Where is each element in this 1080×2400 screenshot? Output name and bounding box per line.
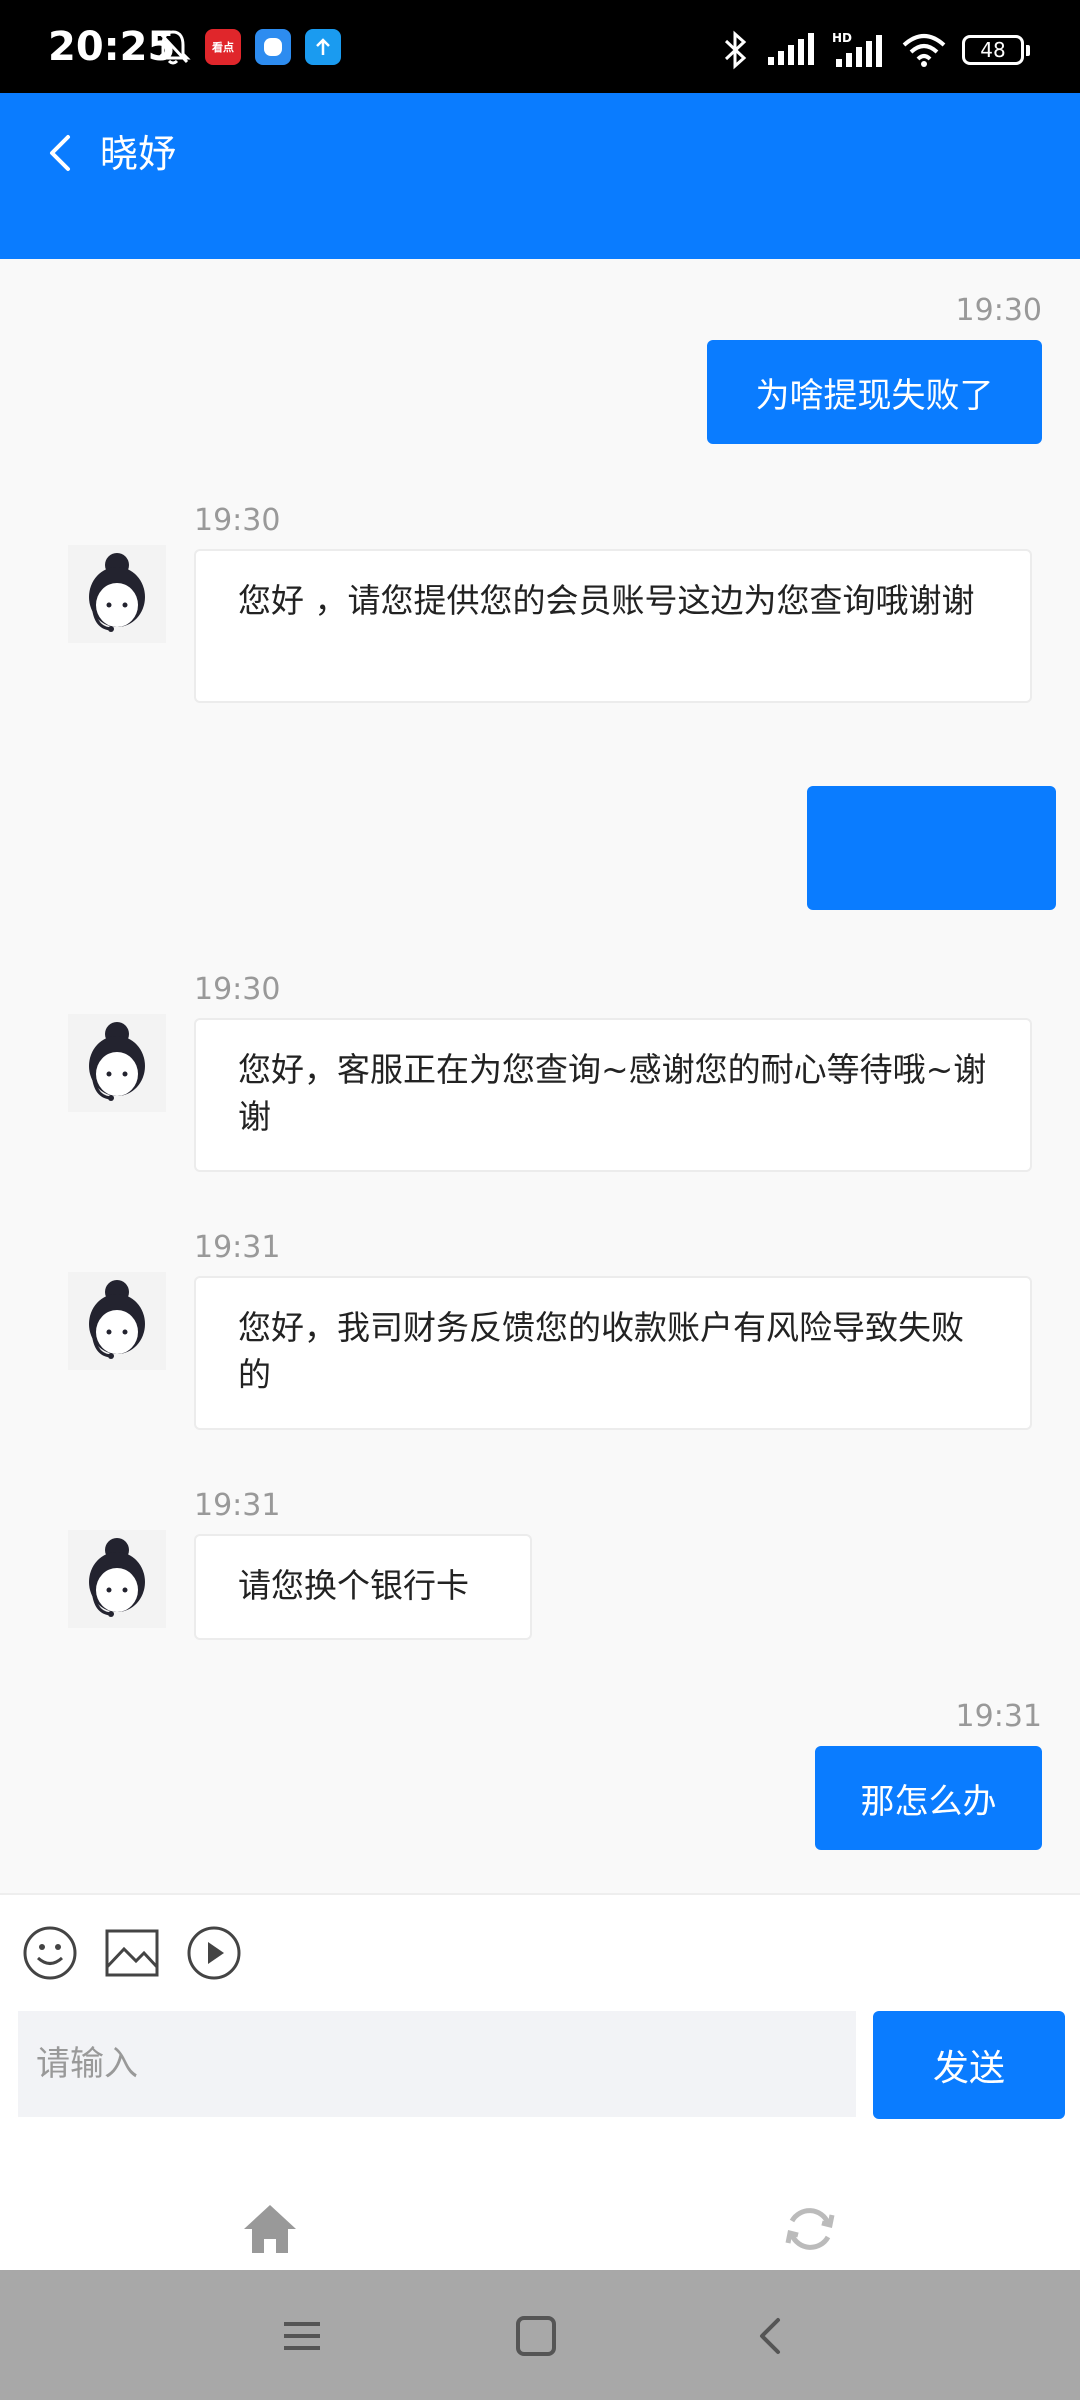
arrow-up-icon (316, 38, 330, 55)
svg-text:HD: HD (832, 31, 852, 45)
chat-header: 晓妤 (0, 93, 1080, 259)
outgoing-message-bubble[interactable]: 那怎么办 (815, 1746, 1042, 1850)
home-square-icon[interactable] (512, 2312, 560, 2360)
bottom-navigation (0, 2153, 1080, 2270)
home-icon[interactable] (240, 2201, 300, 2257)
wifi-icon (902, 34, 946, 67)
status-system-icons: HD 48 (722, 30, 1030, 70)
incoming-message-bubble[interactable]: 您好，我司财务反馈您的收款账户有风险导致失败的 (194, 1276, 1032, 1430)
message-timestamp: 19:30 (955, 293, 1042, 328)
message-input[interactable] (18, 2011, 856, 2117)
status-notification-icons: 看点 (155, 28, 341, 66)
upload-app-icon (305, 29, 341, 65)
chat-app-icon (255, 29, 291, 65)
back-arrow-icon[interactable] (748, 2312, 796, 2360)
signal-hd-icon: HD (832, 31, 882, 67)
signal-icon (768, 33, 814, 65)
smile-icon[interactable] (22, 1925, 78, 1981)
menu-icon[interactable] (278, 2312, 326, 2360)
incoming-message-bubble[interactable]: 请您换个银行卡 (194, 1534, 532, 1640)
back-button[interactable] (36, 123, 84, 183)
system-navigation-bar (0, 2270, 1080, 2400)
news-app-icon: 看点 (205, 29, 241, 65)
message-timestamp: 19:31 (194, 1230, 281, 1265)
image-icon[interactable] (104, 1925, 160, 1981)
outgoing-message-bubble[interactable] (807, 786, 1056, 910)
bluetooth-icon (724, 30, 747, 70)
bubble-icon (264, 38, 282, 56)
page-title: 晓妤 (100, 132, 177, 176)
battery-indicator: 48 (962, 35, 1030, 65)
outgoing-message-bubble[interactable]: 为啥提现失败了 (707, 340, 1042, 444)
send-button[interactable]: 发送 (873, 2011, 1065, 2119)
refresh-icon[interactable] (780, 2201, 840, 2257)
agent-avatar (68, 545, 166, 643)
message-timestamp: 19:31 (194, 1488, 281, 1523)
agent-avatar (68, 1014, 166, 1112)
message-timestamp: 19:31 (955, 1699, 1042, 1734)
incoming-message-bubble[interactable]: 您好 ，请您提供您的会员账号这边为您查询哦谢谢 (194, 549, 1032, 703)
message-timestamp: 19:30 (194, 972, 281, 1007)
chat-message-list[interactable]: 19:30 为啥提现失败了 19:30 您好 ，请您提供您的会员账号这边为您查询… (0, 259, 1080, 1893)
status-bar: 20:25 看点 HD 48 (0, 0, 1080, 93)
play-icon[interactable] (186, 1925, 242, 1981)
incoming-message-bubble[interactable]: 您好，客服正在为您查询~感谢您的耐心等待哦~谢谢 (194, 1018, 1032, 1172)
composer: 发送 (0, 1893, 1080, 2153)
message-timestamp: 19:30 (194, 503, 281, 538)
agent-avatar (68, 1272, 166, 1370)
agent-avatar (68, 1530, 166, 1628)
bell-muted-icon (155, 30, 191, 65)
